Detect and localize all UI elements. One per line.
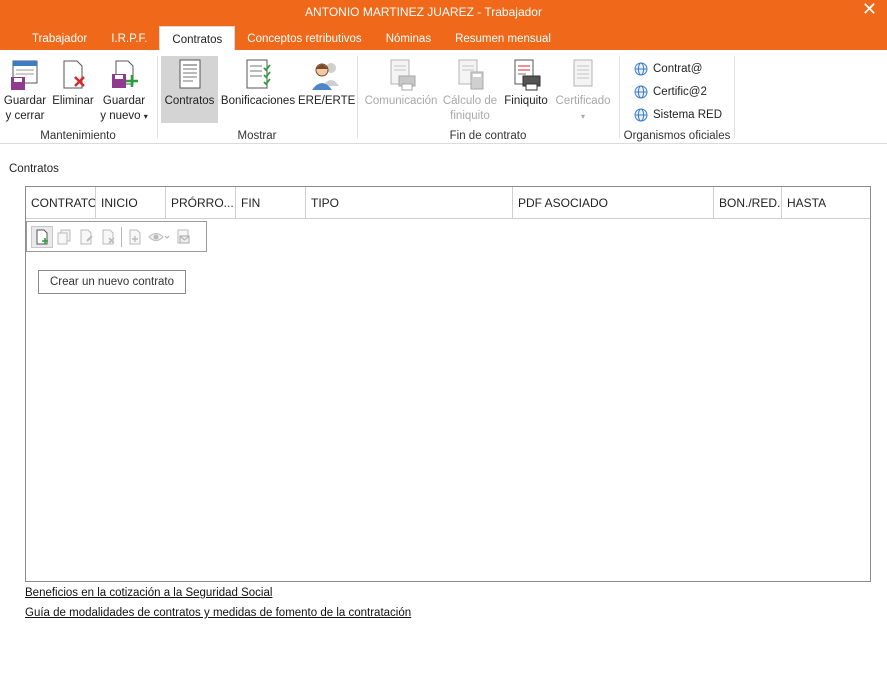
column-header-hasta[interactable]: HASTA [782,187,870,219]
finiquito-label: Finiquito [504,95,548,107]
email-document-icon[interactable] [172,226,194,248]
certificado-label: Certificado [555,95,611,107]
grid-header: CONTRATO INICIO PRÓRRO... FIN TIPO PDF A… [26,187,870,219]
contract-document-icon [179,59,200,89]
group-label-organismos: Organismos oficiales [623,130,731,142]
finiquito-button[interactable]: Finiquito [500,56,552,109]
guardar-cerrar-label: Guardar y cerrar [3,95,47,122]
bonus-checklist-icon [246,59,271,89]
certifica-link[interactable]: Certific@2 [634,83,707,101]
seguridad-social-link[interactable]: Beneficios en la cotización a la Segurid… [25,587,272,599]
eliminar-label: Eliminar [52,95,94,107]
contrata-label: Contrat@ [653,63,703,75]
group-mantenimiento: Guardar y cerrar Eliminar Guardar y nuev… [0,54,156,142]
ere-erte-button[interactable]: ERE/ERTE [298,56,356,109]
contratos-label: Contratos [164,95,215,107]
new-document-icon[interactable] [31,225,53,248]
delete-document-icon[interactable] [97,226,119,248]
window-title: ANTONIO MARTINEZ JUAREZ - Trabajador [305,5,542,19]
grid-toolbar [26,221,207,252]
create-contract-button[interactable]: Crear un nuevo contrato [38,270,187,294]
save-new-icon [112,60,138,88]
title-bar: ANTONIO MARTINEZ JUAREZ - Trabajador ✕ T… [0,0,887,50]
group-fin-contrato: Comunicación Cálculo de finiquito Finiqu… [358,54,618,142]
contratos-button[interactable]: Contratos [161,56,218,123]
save-close-icon [11,60,38,90]
certificado-button[interactable]: Certificado ▾ [552,56,614,124]
tab-irpf[interactable]: I.R.P.F. [99,26,159,50]
calculo-finiquito-label: Cálculo de finiquito [442,95,498,122]
guardar-cerrar-button[interactable]: Guardar y cerrar [2,56,48,124]
group-label-mostrar: Mostrar [237,130,277,142]
tab-trabajador[interactable]: Trabajador [20,26,99,50]
tab-conceptos-retributivos[interactable]: Conceptos retributivos [235,26,373,50]
ribbon: Guardar y cerrar Eliminar Guardar y nuev… [0,50,887,144]
certifica-label: Certific@2 [653,86,707,98]
tab-contratos[interactable]: Contratos [159,26,236,50]
tab-nominas[interactable]: Nóminas [374,26,443,50]
column-header-prorroga[interactable]: PRÓRRO... [166,187,236,219]
certificate-document-icon [573,59,593,87]
close-icon[interactable]: ✕ [862,0,877,20]
group-label-mantenimiento: Mantenimiento [40,130,116,142]
ere-erte-label: ERE/ERTE [298,95,356,107]
column-header-inicio[interactable]: INICIO [96,187,166,219]
comunicacion-label: Comunicación [364,95,438,107]
eliminar-button[interactable]: Eliminar [50,56,96,109]
group-mostrar: Contratos Bonificaciones ERE/ERTE Mostra… [158,54,356,142]
bonificaciones-button[interactable]: Bonificaciones [220,56,296,109]
column-header-contrato[interactable]: CONTRATO [26,187,96,219]
people-icon [312,63,339,90]
section-title: Contratos [9,163,59,175]
column-header-fin[interactable]: FIN [236,187,306,219]
calculator-document-icon [458,59,484,90]
guardar-nuevo-label: Guardar y nuevo [100,95,146,122]
comunicacion-button[interactable]: Comunicación [362,56,440,109]
chevron-down-icon: ▾ [580,112,585,121]
tab-resumen-mensual[interactable]: Resumen mensual [443,26,563,50]
toolbar-divider [121,226,122,247]
bonificaciones-label: Bonificaciones [220,95,296,107]
calculo-finiquito-button[interactable]: Cálculo de finiquito [440,56,500,124]
view-eye-icon[interactable] [146,226,172,248]
sistema-red-label: Sistema RED [653,109,723,121]
contrata-link[interactable]: Contrat@ [634,60,702,78]
column-header-pdf-asociado[interactable]: PDF ASOCIADO [513,187,714,219]
globe-icon [634,62,648,76]
edit-document-icon[interactable] [75,226,97,248]
chevron-down-icon: ▾ [143,112,148,121]
attach-pdf-icon[interactable] [124,226,146,248]
copy-document-icon[interactable] [53,226,75,248]
globe-icon [634,85,648,99]
print-settlement-icon [514,59,541,91]
group-organismos-oficiales: Contrat@ Certific@2 Sistema RED Organism… [620,54,734,142]
modalidades-contratos-link[interactable]: Guía de modalidades de contratos y medid… [25,607,411,619]
group-divider [734,56,735,138]
print-document-icon [390,59,416,91]
sistema-red-link[interactable]: Sistema RED [634,106,722,124]
delete-document-icon [63,60,85,89]
group-label-fin-contrato: Fin de contrato [449,130,527,142]
guardar-nuevo-button[interactable]: Guardar y nuevo ▾ [99,56,149,124]
column-header-bon-red[interactable]: BON./RED. [714,187,782,219]
contracts-grid: CONTRATO INICIO PRÓRRO... FIN TIPO PDF A… [25,186,871,582]
column-header-tipo[interactable]: TIPO [306,187,513,219]
globe-icon [634,108,648,122]
tab-bar: Trabajador I.R.P.F. Contratos Conceptos … [20,26,563,50]
